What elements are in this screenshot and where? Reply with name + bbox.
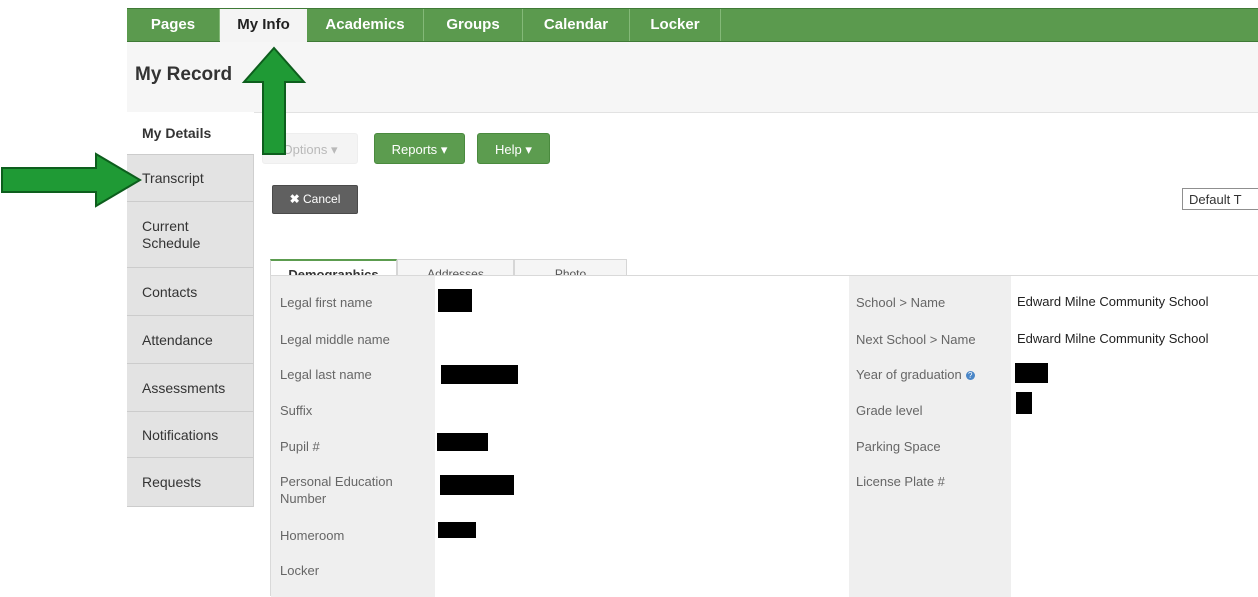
field-label-suffix: Suffix [280,403,313,418]
reports-label: Reports [391,142,438,157]
top-navigation: Pages My Info Academics Groups Calendar … [127,8,1258,43]
sidebar-item-transcript[interactable]: Transcript [127,155,253,202]
redacted-personal-education-number [440,475,514,495]
arrow-up-icon [241,46,307,155]
close-icon: ✖ [289,192,300,206]
chevron-down-icon: ▾ [525,142,532,157]
nav-tab-groups[interactable]: Groups [424,9,523,41]
sidebar-item-contacts[interactable]: Contacts [127,268,253,316]
arrow-right-icon [1,152,142,208]
redacted-year-of-graduation [1015,363,1048,383]
demographics-form: Legal first name Legal middle name Legal… [270,275,1258,597]
sidebar-item-label: Contacts [142,283,198,300]
sidebar-item-requests[interactable]: Requests [127,458,253,507]
sidebar-item-label: My Details [142,125,212,141]
nav-tab-locker[interactable]: Locker [630,9,721,41]
template-select[interactable]: Default T [1182,188,1258,210]
field-label-pupil-number: Pupil # [280,439,320,454]
nav-tab-academics[interactable]: Academics [307,9,424,41]
side-navigation: My Details Transcript Current Schedule C… [127,112,254,507]
field-value-next-school-name: Edward Milne Community School [1017,331,1209,346]
nav-tab-pages[interactable]: Pages [127,9,220,41]
sidebar-item-label: Notifications [142,426,219,443]
reports-button[interactable]: Reports ▾ [374,133,465,164]
field-label-legal-first-name: Legal first name [280,295,373,310]
info-icon[interactable]: ? [965,371,975,380]
redacted-legal-last-name [441,365,518,384]
field-label-homeroom: Homeroom [280,528,345,543]
sidebar-item-label: Assessments [142,379,226,396]
field-label-text: Year of graduation [856,367,962,382]
sidebar-item-label: Attendance [142,331,213,348]
sidebar-item-notifications[interactable]: Notifications [127,412,253,458]
chevron-down-icon: ▾ [440,142,448,157]
field-label-grade-level: Grade level [856,403,923,418]
sidebar-item-label: Requests [142,474,202,490]
sidebar-item-current-schedule[interactable]: Current Schedule [127,202,253,268]
nav-tab-calendar[interactable]: Calendar [523,9,630,41]
sidebar-item-label: Current Schedule [142,217,201,251]
field-label-next-school-name: Next School > Name [856,332,976,347]
redacted-legal-first-name [438,289,472,312]
field-value-school-name: Edward Milne Community School [1017,294,1209,309]
redacted-grade-level [1016,392,1032,414]
right-label-column [849,276,1011,597]
field-label-year-of-graduation: Year of graduation? [856,366,975,383]
field-label-locker: Locker [280,563,320,578]
sidebar-item-label: Transcript [142,170,204,186]
field-label-school-name: School > Name [856,295,946,310]
page-title: My Record [135,64,233,85]
field-label-parking-space: Parking Space [856,439,941,454]
field-label-legal-last-name: Legal last name [280,367,372,382]
sidebar-item-attendance[interactable]: Attendance [127,316,253,364]
redacted-homeroom [438,522,476,538]
chevron-down-icon: ▾ [330,142,338,157]
help-button[interactable]: Help ▾ [477,133,550,164]
sidebar-item-my-details[interactable]: My Details [127,112,254,155]
field-label-license-plate: License Plate # [856,474,945,489]
cancel-button[interactable]: ✖ Cancel [272,185,358,214]
help-label: Help [495,142,522,157]
cancel-label: Cancel [303,192,341,206]
sidebar-item-assessments[interactable]: Assessments [127,364,253,412]
redacted-pupil-number [437,433,488,451]
field-label-personal-education-number: Personal Education Number [280,474,393,506]
left-label-column [271,276,435,597]
field-label-legal-middle-name: Legal middle name [280,332,390,347]
nav-tab-my-info[interactable]: My Info [220,9,307,43]
